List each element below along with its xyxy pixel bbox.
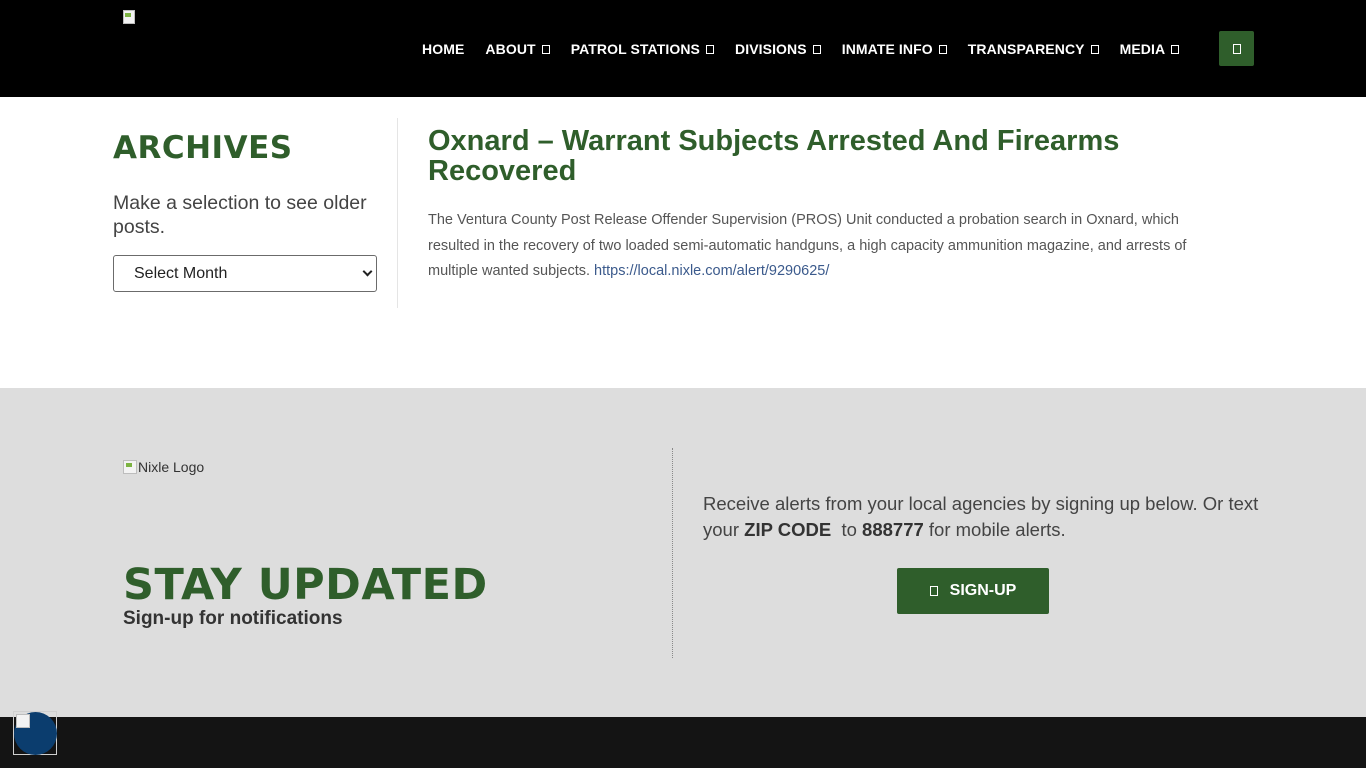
broken-image-icon	[16, 714, 30, 728]
nav-item-label: DIVISIONS	[735, 41, 807, 57]
archives-heading: ARCHIVES	[113, 130, 293, 166]
nav-item-label: INMATE INFO	[841, 41, 933, 57]
archives-sidebar: ARCHIVES Make a selection to see older p…	[113, 118, 398, 308]
search-icon	[1232, 43, 1241, 54]
nav-item-transparency[interactable]: TRANSPARENCY	[968, 41, 1099, 57]
nav-item-patrol-stations[interactable]: PATROL STATIONS	[571, 41, 714, 57]
chevron-down-icon	[1090, 44, 1099, 54]
chevron-down-icon	[362, 266, 373, 277]
nav-item-label: MEDIA	[1119, 41, 1166, 57]
broken-image-icon	[123, 460, 137, 474]
site-footer	[0, 717, 1366, 768]
chevron-down-icon	[938, 44, 947, 54]
search-button[interactable]	[1219, 31, 1254, 66]
select-value: Select Month	[134, 264, 228, 282]
archive-month-select[interactable]: Select Month	[113, 255, 377, 292]
signup-button[interactable]: SIGN-UP	[897, 568, 1049, 614]
site-header: HOME ABOUT PATROL STATIONS DIVISIONS INM…	[0, 0, 1366, 97]
stay-updated-section: Nixle Logo STAY UPDATED Sign-up for noti…	[0, 388, 1366, 717]
nixle-logo-alt: Nixle Logo	[138, 459, 205, 475]
nav-item-label: ABOUT	[485, 41, 536, 57]
stay-updated-subtitle: Sign-up for notifications	[123, 608, 343, 629]
nav-item-media[interactable]: MEDIA	[1120, 41, 1180, 57]
nav-item-label: HOME	[422, 41, 465, 57]
nav-item-label: PATROL STATIONS	[570, 41, 700, 57]
nav-item-inmate-info[interactable]: INMATE INFO	[842, 41, 947, 57]
bell-icon	[929, 586, 938, 596]
post-article: Oxnard – Warrant Subjects Arrested And F…	[428, 126, 1258, 285]
chevron-down-icon	[1171, 44, 1180, 54]
signup-button-label: SIGN-UP	[949, 582, 1017, 599]
post-body: The Ventura County Post Release Offender…	[428, 208, 1228, 285]
site-logo-image[interactable]	[123, 10, 139, 26]
chevron-down-icon	[541, 44, 550, 54]
alerts-description: Receive alerts from your local agencies …	[703, 493, 1259, 540]
nav-item-divisions[interactable]: DIVISIONS	[735, 41, 821, 57]
nav-item-label: TRANSPARENCY	[967, 41, 1085, 57]
post-alert-link[interactable]: https://local.nixle.com/alert/9290625/	[594, 263, 829, 279]
section-divider	[672, 448, 673, 658]
sms-short-code: 888777	[862, 519, 924, 540]
nav-item-about[interactable]: ABOUT	[485, 41, 550, 57]
post-title: Oxnard – Warrant Subjects Arrested And F…	[428, 125, 1120, 187]
chevron-down-icon	[706, 44, 714, 54]
archives-description: Make a selection to see older posts.	[113, 192, 367, 238]
nav-item-home[interactable]: HOME	[422, 41, 464, 57]
chevron-down-icon	[812, 44, 821, 54]
stay-updated-heading: STAY UPDATED	[123, 560, 488, 610]
main-nav: HOME ABOUT PATROL STATIONS DIVISIONS INM…	[422, 40, 1200, 58]
accessibility-widget-button[interactable]	[13, 711, 57, 755]
zip-code-keyword: ZIP CODE	[744, 519, 832, 540]
nixle-logo: Nixle Logo	[123, 459, 204, 475]
